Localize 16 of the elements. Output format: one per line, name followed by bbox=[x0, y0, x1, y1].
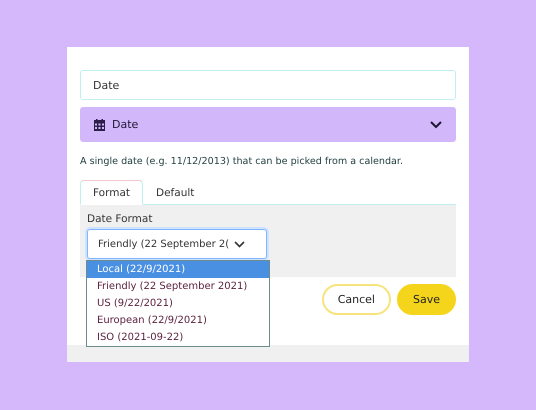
name-field[interactable]: Date bbox=[80, 70, 456, 100]
description-text: A single date (e.g. 11/12/2013) that can be picked from a calendar. bbox=[80, 156, 404, 167]
calendar-icon bbox=[94, 118, 105, 130]
dropdown-option[interactable]: European (22/9/2021) bbox=[87, 312, 269, 329]
chevron-down-icon bbox=[234, 240, 246, 248]
save-button[interactable]: Save bbox=[396, 284, 456, 315]
tab[interactable]: Format bbox=[80, 180, 144, 205]
dropdown-option[interactable]: ISO (2021-09-22) bbox=[87, 329, 269, 346]
chevron-down-icon bbox=[430, 120, 442, 128]
tab[interactable]: Default bbox=[143, 180, 208, 205]
format-select[interactable]: Friendly (22 September 2( bbox=[87, 229, 267, 259]
dropdown-option[interactable]: Friendly (22 September 2021) bbox=[87, 278, 269, 295]
dropdown-option[interactable]: US (9/22/2021) bbox=[87, 295, 269, 312]
type-select[interactable]: Date bbox=[80, 107, 456, 142]
field-label: Date Format bbox=[87, 213, 152, 225]
cancel-button[interactable]: Cancel bbox=[322, 284, 391, 315]
